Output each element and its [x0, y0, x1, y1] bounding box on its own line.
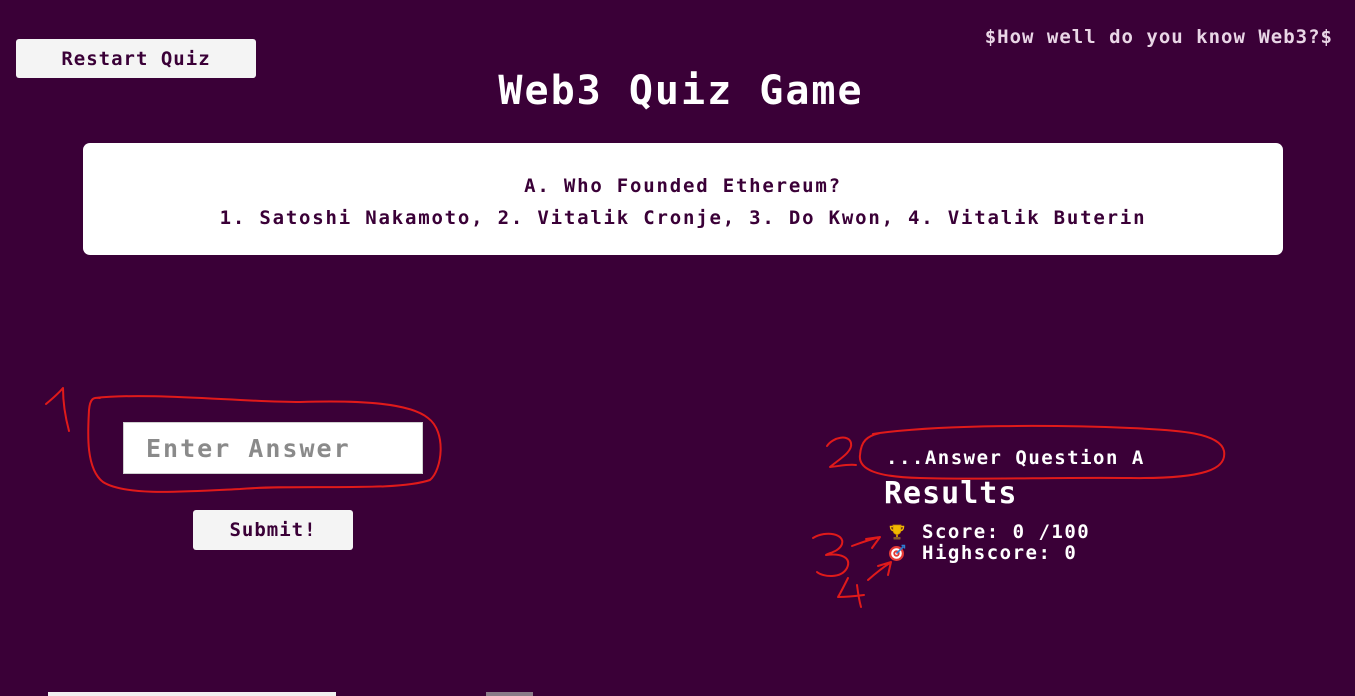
quiz-page: Restart Quiz $How well do you know Web3?… — [0, 0, 1355, 696]
annotation-number-2 — [826, 436, 857, 468]
question-card: A. Who Founded Ethereum? 1. Satoshi Naka… — [83, 143, 1283, 255]
results-heading: Results — [884, 476, 1018, 511]
target-icon — [889, 544, 906, 561]
annotation-number-4 — [837, 577, 865, 608]
highscore-row: Highscore: 0 — [888, 542, 1077, 564]
status-message: ...Answer Question A — [886, 447, 1145, 469]
annotation-number-3 — [812, 532, 850, 577]
question-prompt: A. Who Founded Ethereum? — [524, 175, 842, 197]
annotation-arrow-4 — [867, 561, 892, 581]
score-label: Score: 0 /100 — [922, 521, 1091, 543]
taskbar-indicator-secondary — [486, 692, 533, 696]
trophy-icon — [889, 524, 905, 540]
submit-button[interactable]: Submit! — [193, 510, 353, 550]
annotation-arrow-3 — [851, 536, 881, 549]
tagline: $How well do you know Web3?$ — [984, 26, 1333, 48]
score-row: Score: 0 /100 — [888, 521, 1090, 543]
page-title: Web3 Quiz Game — [498, 68, 864, 114]
taskbar-indicator — [48, 692, 336, 696]
question-options: 1. Satoshi Nakamoto, 2. Vitalik Cronje, … — [219, 207, 1147, 229]
highscore-label: Highscore: 0 — [922, 542, 1078, 564]
answer-input[interactable] — [123, 422, 423, 474]
annotation-number-1 — [45, 387, 70, 432]
